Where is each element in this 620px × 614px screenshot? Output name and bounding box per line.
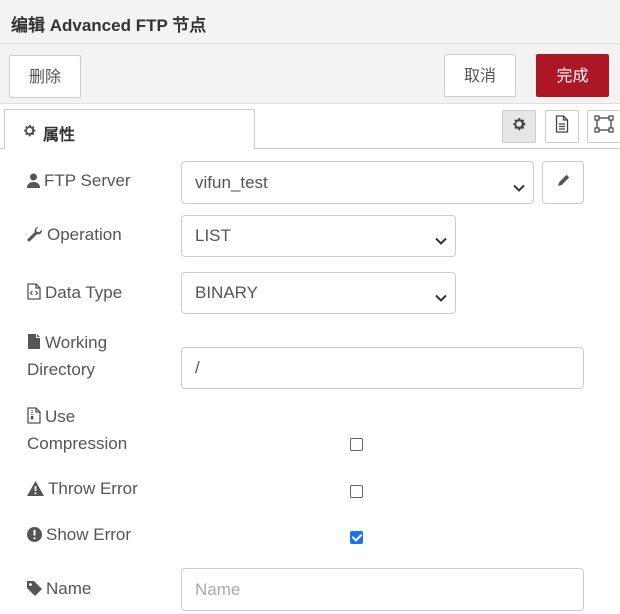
ftp-server-value: vifun_test (195, 172, 268, 192)
ftp-server-label-text: FTP Server (44, 171, 131, 190)
data-type-value: BINARY (195, 283, 258, 302)
data-type-label-text: Data Type (45, 283, 123, 302)
chevron-down-icon (513, 178, 525, 198)
throw-error-checkbox[interactable] (350, 485, 363, 498)
use-compression-label-line2: Compression (27, 434, 128, 453)
gear-icon (511, 116, 527, 137)
show-error-label-text: Show Error (46, 525, 132, 544)
dialog-toolbar: 删除 取消 完成 (0, 44, 620, 104)
throw-error-label-text: Throw Error (48, 479, 138, 498)
show-error-checkbox[interactable] (350, 531, 363, 544)
appearance-tab-button[interactable] (587, 110, 620, 143)
working-directory-input[interactable]: / (181, 347, 584, 389)
appearance-icon (594, 115, 614, 138)
delete-button[interactable]: 删除 (9, 55, 81, 98)
tab-bar: 属性 (0, 104, 620, 149)
edit-server-button[interactable] (542, 161, 584, 204)
exclamation-circle-icon (27, 524, 42, 549)
ftp-server-label: FTP Server (27, 168, 131, 195)
pencil-icon (557, 174, 570, 192)
dialog-header: 编辑 Advanced FTP 节点 (0, 0, 620, 44)
operation-label: Operation (27, 222, 122, 249)
data-type-label: Data Type (27, 280, 122, 307)
user-icon (27, 170, 40, 195)
chevron-down-icon (435, 288, 447, 308)
done-button[interactable]: 完成 (536, 54, 609, 97)
tag-icon (27, 578, 42, 603)
description-tab-button[interactable] (545, 110, 579, 143)
use-compression-label-line1: Use (45, 407, 76, 426)
document-icon (554, 115, 570, 138)
zip-file-icon (27, 406, 41, 431)
wrench-icon (27, 224, 43, 249)
working-directory-value: / (195, 358, 200, 377)
code-file-icon (27, 282, 41, 307)
tab-properties-label: 属性 (43, 125, 76, 144)
cancel-button[interactable]: 取消 (444, 54, 516, 97)
operation-select[interactable]: LIST (181, 215, 456, 257)
settings-tab-button[interactable] (502, 110, 536, 143)
name-label: Name (27, 576, 91, 603)
tab-properties[interactable]: 属性 (4, 109, 255, 149)
dialog-title: 编辑 Advanced FTP 节点 (11, 16, 207, 35)
operation-label-text: Operation (47, 225, 122, 244)
file-icon (27, 332, 41, 357)
operation-value: LIST (195, 226, 231, 245)
ftp-server-select[interactable]: vifun_test (181, 161, 534, 204)
data-type-select[interactable]: BINARY (181, 272, 456, 314)
use-compression-label: Use Compression (27, 404, 127, 456)
chevron-down-icon (435, 231, 447, 251)
warning-icon (27, 478, 44, 503)
working-directory-label-line1: Working (45, 333, 108, 352)
gear-icon (22, 123, 37, 143)
use-compression-checkbox[interactable] (350, 438, 363, 451)
name-label-text: Name (46, 579, 92, 598)
name-placeholder: Name (195, 579, 241, 599)
name-input[interactable]: Name (181, 568, 584, 611)
throw-error-label: Throw Error (27, 476, 138, 503)
show-error-label: Show Error (27, 522, 131, 549)
working-directory-label-line2: Directory (27, 360, 96, 379)
working-directory-label: Working Directory (27, 330, 107, 382)
